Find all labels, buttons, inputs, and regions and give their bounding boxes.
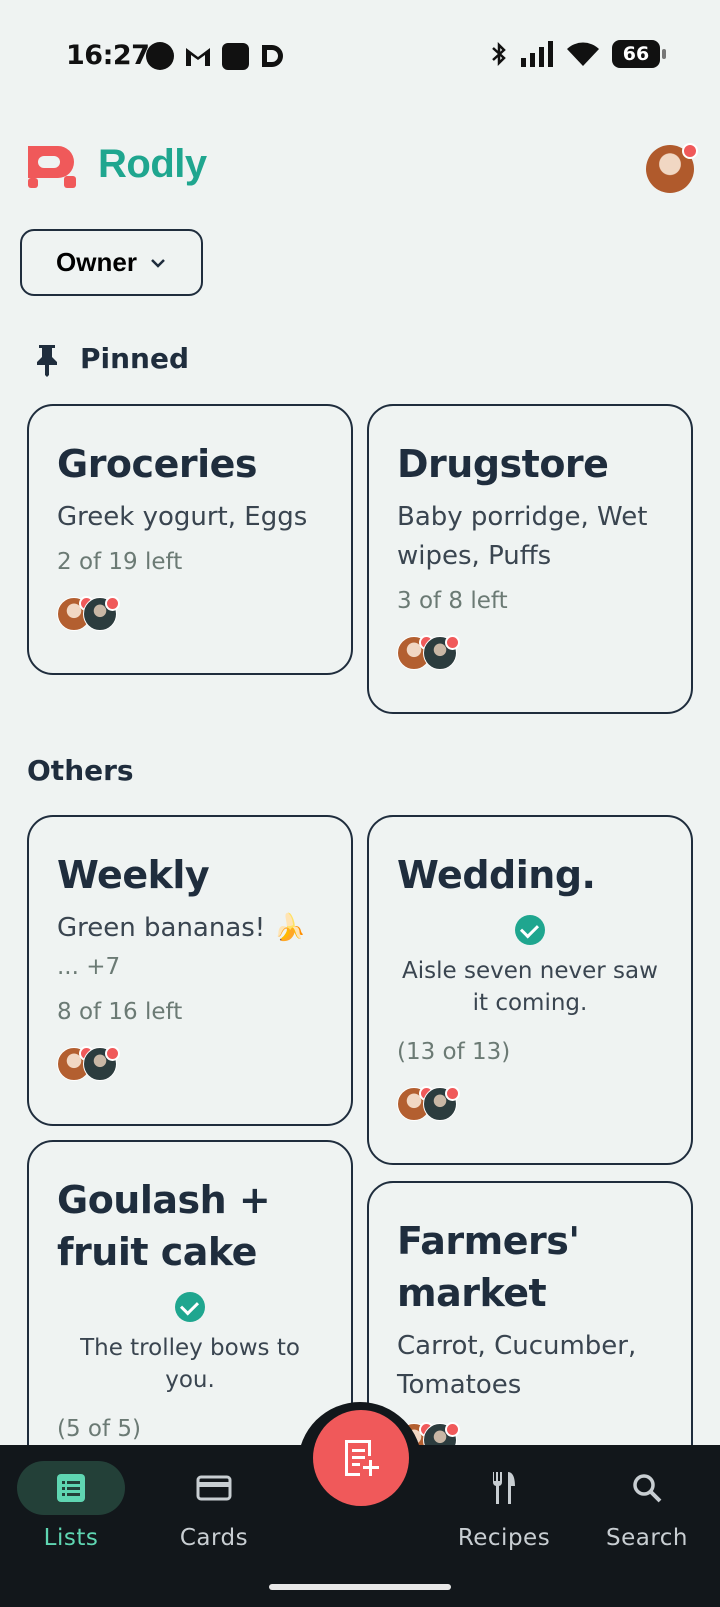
new-list-fab[interactable] <box>313 1410 409 1506</box>
card-quote: Aisle seven never saw it coming. <box>402 958 658 1016</box>
card-title: Groceries <box>57 442 258 486</box>
check-circle-icon <box>175 1292 205 1322</box>
nav-search[interactable]: Search <box>582 1461 712 1551</box>
nav-cards-indicator <box>160 1461 268 1515</box>
nav-recipes[interactable]: Recipes <box>439 1461 569 1551</box>
nav-cards[interactable]: Cards <box>149 1461 279 1551</box>
crown-icon <box>445 1422 460 1437</box>
crown-icon <box>682 143 698 159</box>
crown-icon <box>105 596 120 611</box>
add-note-icon <box>345 1440 379 1476</box>
notification-icons <box>146 42 287 70</box>
chevron-down-icon <box>151 258 165 268</box>
card-title: Drugstore <box>397 442 609 486</box>
app-header: Rodly <box>26 140 698 196</box>
nav-search-label: Search <box>605 1525 689 1551</box>
card-title: Wedding. <box>397 853 596 897</box>
nav-recipes-label: Recipes <box>457 1525 551 1551</box>
nav-lists-label: Lists <box>43 1525 99 1551</box>
card-items: Green bananas! 🍌 <box>57 913 306 943</box>
fork-knife-icon <box>492 1472 515 1504</box>
nav-search-indicator <box>593 1461 701 1515</box>
list-card-groceries[interactable]: Groceries Greek yogurt, Eggs 2 of 19 lef… <box>27 404 353 675</box>
d-app-icon <box>262 45 283 67</box>
card-count: (5 of 5) <box>57 1416 142 1442</box>
crown-icon <box>445 635 460 650</box>
status-time: 16:27 <box>66 40 150 71</box>
card-count: 3 of 8 left <box>397 588 508 614</box>
crown-icon <box>105 1046 120 1061</box>
nav-cards-label: Cards <box>179 1525 249 1551</box>
card-items: Carrot, Cucumber, Tomatoes <box>397 1331 637 1400</box>
list-card-drugstore[interactable]: Drugstore Baby porridge, Wet wipes, Puff… <box>367 404 693 714</box>
gmail-icon <box>186 48 210 66</box>
card-title: Weekly <box>57 853 210 897</box>
avatar <box>423 635 460 670</box>
avatar <box>423 1086 460 1121</box>
card-count: 8 of 16 left <box>57 999 183 1025</box>
card-items: Greek yogurt, Eggs <box>57 502 308 532</box>
card-title: Goulash + fruit cake <box>57 1178 271 1274</box>
list-icon <box>57 1474 85 1502</box>
card-count: (13 of 13) <box>397 1039 511 1065</box>
credit-card-icon <box>196 1475 232 1501</box>
member-avatars <box>57 1046 323 1083</box>
system-icons: 66 <box>490 40 666 68</box>
list-card-goulash[interactable]: Goulash + fruit cake The trolley bows to… <box>27 1140 353 1480</box>
list-card-weekly[interactable]: Weekly Green bananas! 🍌 ... +7 8 of 16 l… <box>27 815 353 1126</box>
signal-icon <box>521 41 553 67</box>
battery-icon: 66 <box>612 40 666 68</box>
member-avatars <box>57 596 323 633</box>
profile-avatar[interactable] <box>646 143 698 193</box>
wifi-icon <box>567 42 599 66</box>
crown-icon <box>445 1086 460 1101</box>
member-avatars <box>397 1086 663 1123</box>
home-indicator[interactable] <box>269 1584 451 1590</box>
list-card-farmers-market[interactable]: Farmers' market Carrot, Cucumber, Tomato… <box>367 1181 693 1481</box>
pin-icon <box>37 345 57 377</box>
app-title: Rodly <box>98 142 207 186</box>
nav-recipes-indicator <box>450 1461 558 1515</box>
bluetooth-icon <box>492 41 506 67</box>
member-avatars <box>397 635 663 672</box>
owner-filter-label: Owner <box>56 247 137 277</box>
list-card-wedding[interactable]: Wedding. Aisle seven never saw it coming… <box>367 815 693 1165</box>
card-quote: The trolley bows to you. <box>80 1335 300 1393</box>
card-title: Farmers' market <box>397 1219 580 1315</box>
owner-filter-dropdown[interactable]: Owner <box>20 229 203 296</box>
notification-dot-icon <box>146 42 174 70</box>
rodly-logo-icon <box>28 146 76 188</box>
check-circle-icon <box>515 915 545 945</box>
avatar <box>83 596 120 631</box>
card-count: 2 of 19 left <box>57 549 183 575</box>
nav-lists-indicator <box>17 1461 125 1515</box>
status-bar: 16:27 66 <box>0 0 720 116</box>
others-section-title: Others <box>27 754 134 787</box>
pinned-section-title: Pinned <box>80 342 190 375</box>
nav-lists[interactable]: Lists <box>6 1461 136 1551</box>
app-square-icon <box>222 42 249 70</box>
avatar <box>83 1046 120 1081</box>
search-icon <box>633 1474 662 1503</box>
card-items: Baby porridge, Wet wipes, Puffs <box>397 502 648 571</box>
card-more-count: ... +7 <box>57 954 121 980</box>
